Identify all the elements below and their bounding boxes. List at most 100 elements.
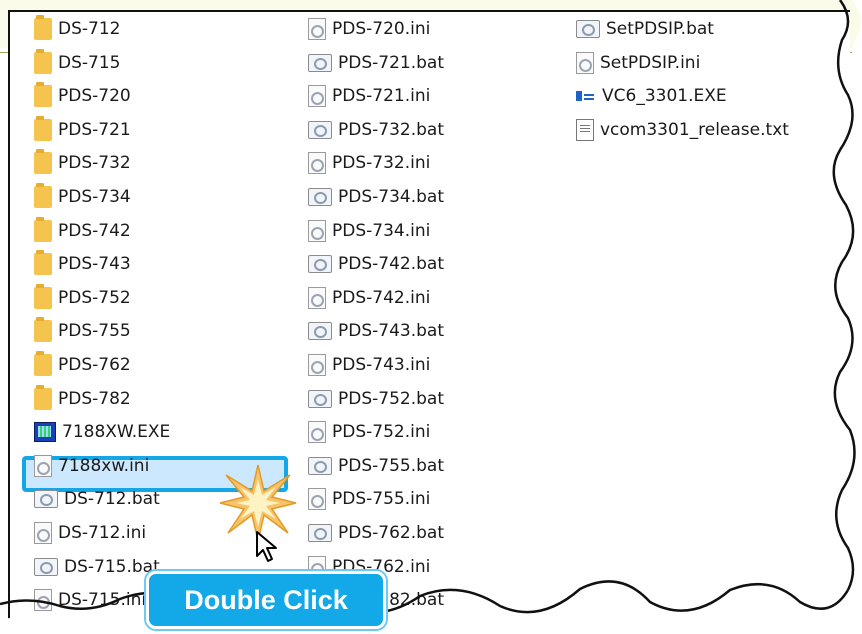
file-name: DS-712 [58,19,121,39]
file-item[interactable]: PDS-742.ini [304,283,430,313]
ini-icon [308,152,326,175]
file-item[interactable]: SetPDSIP.bat [572,14,714,44]
folder-icon [34,82,52,108]
file-item[interactable]: PDS-755.bat [304,451,444,481]
file-name: PDS-721.bat [338,52,444,73]
file-item[interactable]: PDS-743 [30,249,131,279]
file-item[interactable]: PDS-720.ini [304,14,430,44]
file-name: DS-715.ini [58,590,147,611]
file-item[interactable]: vcom3301_release.txt [572,115,789,145]
file-item[interactable]: PDS-742.bat [304,249,444,279]
file-item[interactable]: PDS-720 [30,81,131,111]
file-item[interactable]: PDS-782 [30,384,131,414]
file-name: PDS-720.ini [332,19,431,39]
file-item[interactable]: PDS-762.bat [304,518,444,548]
bat-icon [308,524,332,542]
file-item[interactable]: PDS-721.ini [304,81,430,111]
file-item[interactable]: SetPDSIP.ini [572,48,700,78]
file-item[interactable]: PDS-734.bat [304,182,444,212]
file-item[interactable]: PDS-734.ini [304,216,430,246]
file-item[interactable]: PDS-732.bat [304,115,444,145]
file-name: PDS-762 [58,355,131,375]
file-item[interactable]: PDS-762 [30,350,131,380]
bat-icon [308,188,332,206]
bat-icon [34,490,58,509]
folder-icon [34,216,52,242]
file-item[interactable]: DS-712.ini [30,518,146,548]
file-item[interactable]: PDS-742 [30,216,131,246]
file-item[interactable]: DS-715 [30,48,120,78]
file-name: PDS-752.ini [332,422,431,443]
file-name: PDS-752.bat [338,388,444,409]
file-name: PDS-743.ini [332,355,431,375]
file-name: PDS-734.ini [332,220,431,241]
mouse-pointer-icon [256,531,277,562]
file-name: DS-712.bat [64,489,160,510]
file-name: PDS-742 [58,220,131,241]
file-item[interactable]: PDS-734 [30,182,131,212]
exe-vc-icon [576,89,596,103]
file-name: PDS-752 [58,287,131,308]
file-item[interactable]: PDS-752.bat [304,384,444,414]
bat-icon [576,20,600,38]
bat-icon [308,456,332,475]
file-name: SetPDSIP.bat [606,19,714,39]
file-name: vcom3301_release.txt [600,119,789,140]
file-item[interactable]: 7188xw.ini [30,451,149,481]
file-item[interactable]: PDS-752 [30,283,131,313]
ini-icon [308,219,326,242]
file-item[interactable]: 7188XW.EXE [30,417,170,447]
folder-icon [34,183,52,208]
ini-icon [308,488,326,511]
file-name: PDS-732.bat [338,119,444,140]
file-name: PDS-742.bat [338,254,444,275]
ini-icon [34,589,52,612]
file-name: PDS-721.ini [332,86,431,107]
file-item[interactable]: PDS-755.ini [304,484,430,514]
ini-icon [34,454,52,477]
file-item[interactable]: PDS-752.ini [304,417,430,447]
file-item[interactable]: PDS-755 [30,316,131,346]
bat-icon [308,255,332,274]
file-name: DS-715 [58,52,121,73]
ini-icon [308,85,326,108]
file-name: PDS-755 [58,321,131,342]
ini-icon [34,522,52,544]
file-name: PDS-743.bat [338,321,444,342]
file-item[interactable]: DS-712.bat [30,484,160,514]
file-item[interactable]: VC6_3301.EXE [572,81,727,111]
folder-icon [34,351,52,376]
file-name: PDS-734 [58,187,131,207]
txt-icon [576,118,594,141]
file-item[interactable]: DS-715.ini [30,585,146,615]
bat-icon [308,322,332,341]
ini-icon [308,421,326,444]
file-name: PDS-762.bat [338,523,444,543]
ini-icon [576,51,594,74]
file-name: PDS-743 [58,254,131,275]
file-item[interactable]: PDS-732.ini [304,148,430,178]
file-item[interactable]: PDS-743.ini [304,350,430,380]
folder-icon [34,250,52,276]
file-item[interactable]: PDS-721.bat [304,48,444,78]
file-name: PDS-782 [58,388,131,409]
folder-icon [34,384,52,410]
ini-icon [308,18,326,40]
folder-icon [34,149,52,175]
file-name: 7188XW.EXE [62,422,171,443]
bat-icon [308,53,332,72]
file-item[interactable]: PDS-743.bat [304,316,444,346]
file-name: DS-712.ini [58,523,147,543]
ini-icon [308,354,326,376]
file-item[interactable]: PDS-732 [30,148,131,178]
file-item[interactable]: DS-712 [30,14,120,44]
bat-icon [34,557,58,576]
file-item[interactable]: PDS-721 [30,115,131,145]
file-name: PDS-732 [58,153,131,174]
bat-icon [308,120,332,139]
file-name: DS-715.bat [64,556,160,577]
folder-icon [34,283,52,309]
folder-icon [34,15,52,40]
file-item[interactable]: DS-715.bat [30,552,160,582]
file-name: PDS-755.bat [338,455,444,476]
